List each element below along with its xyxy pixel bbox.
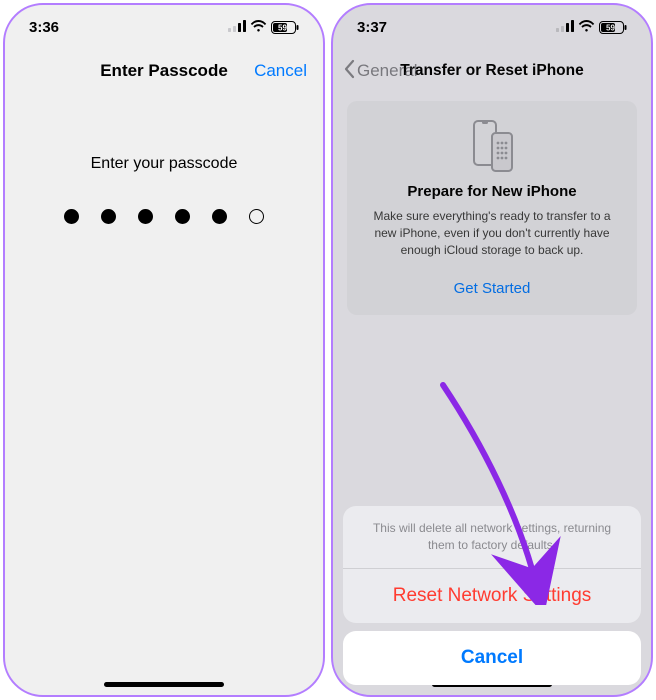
chevron-left-icon	[343, 59, 355, 84]
passcode-area: Enter your passcode	[5, 155, 323, 224]
back-label: General	[357, 61, 417, 81]
status-time: 3:37	[357, 19, 387, 36]
wifi-icon	[578, 19, 595, 36]
screenshot-right: 3:37 59 General Transfer or Reset iPhone	[331, 3, 653, 697]
status-icons: 59	[228, 19, 299, 36]
cancel-button[interactable]: Cancel	[254, 61, 307, 81]
wifi-icon	[250, 19, 267, 36]
passcode-dot	[212, 209, 227, 224]
status-bar: 3:36 59	[5, 5, 323, 49]
reset-network-settings-button[interactable]: Reset Network Settings	[343, 569, 641, 623]
action-sheet-group: This will delete all network settings, r…	[343, 506, 641, 623]
home-indicator[interactable]	[104, 682, 224, 687]
nav-bar: General Transfer or Reset iPhone	[333, 49, 651, 93]
back-button[interactable]: General	[343, 59, 417, 84]
status-bar: 3:37 59	[333, 5, 651, 49]
nav-bar: Enter Passcode Cancel	[5, 49, 323, 93]
passcode-dot	[249, 209, 264, 224]
svg-text:59: 59	[278, 23, 287, 32]
content: Prepare for New iPhone Make sure everyth…	[347, 101, 637, 315]
card-body: Make sure everything's ready to transfer…	[361, 208, 623, 258]
card-title: Prepare for New iPhone	[361, 183, 623, 200]
svg-text:59: 59	[606, 23, 615, 32]
status-time: 3:36	[29, 19, 59, 36]
battery-icon: 59	[271, 21, 299, 34]
passcode-prompt: Enter your passcode	[5, 155, 323, 173]
signal-icon	[556, 19, 574, 36]
battery-icon: 59	[599, 21, 627, 34]
page-title: Enter Passcode	[100, 61, 228, 81]
passcode-dots	[5, 209, 323, 224]
get-started-button[interactable]: Get Started	[361, 274, 623, 303]
prepare-card: Prepare for New iPhone Make sure everyth…	[347, 101, 637, 315]
signal-icon	[228, 19, 246, 36]
action-sheet: This will delete all network settings, r…	[343, 506, 641, 685]
passcode-dot	[138, 209, 153, 224]
passcode-dot	[175, 209, 190, 224]
page-title: Transfer or Reset iPhone	[400, 62, 583, 80]
status-icons: 59	[556, 19, 627, 36]
passcode-dot	[64, 209, 79, 224]
devices-icon	[361, 119, 623, 173]
passcode-dot	[101, 209, 116, 224]
sheet-message: This will delete all network settings, r…	[343, 506, 641, 569]
sheet-cancel-button[interactable]: Cancel	[343, 631, 641, 685]
screenshot-left: 3:36 59 Enter Passcode Cancel Enter your…	[3, 3, 325, 697]
